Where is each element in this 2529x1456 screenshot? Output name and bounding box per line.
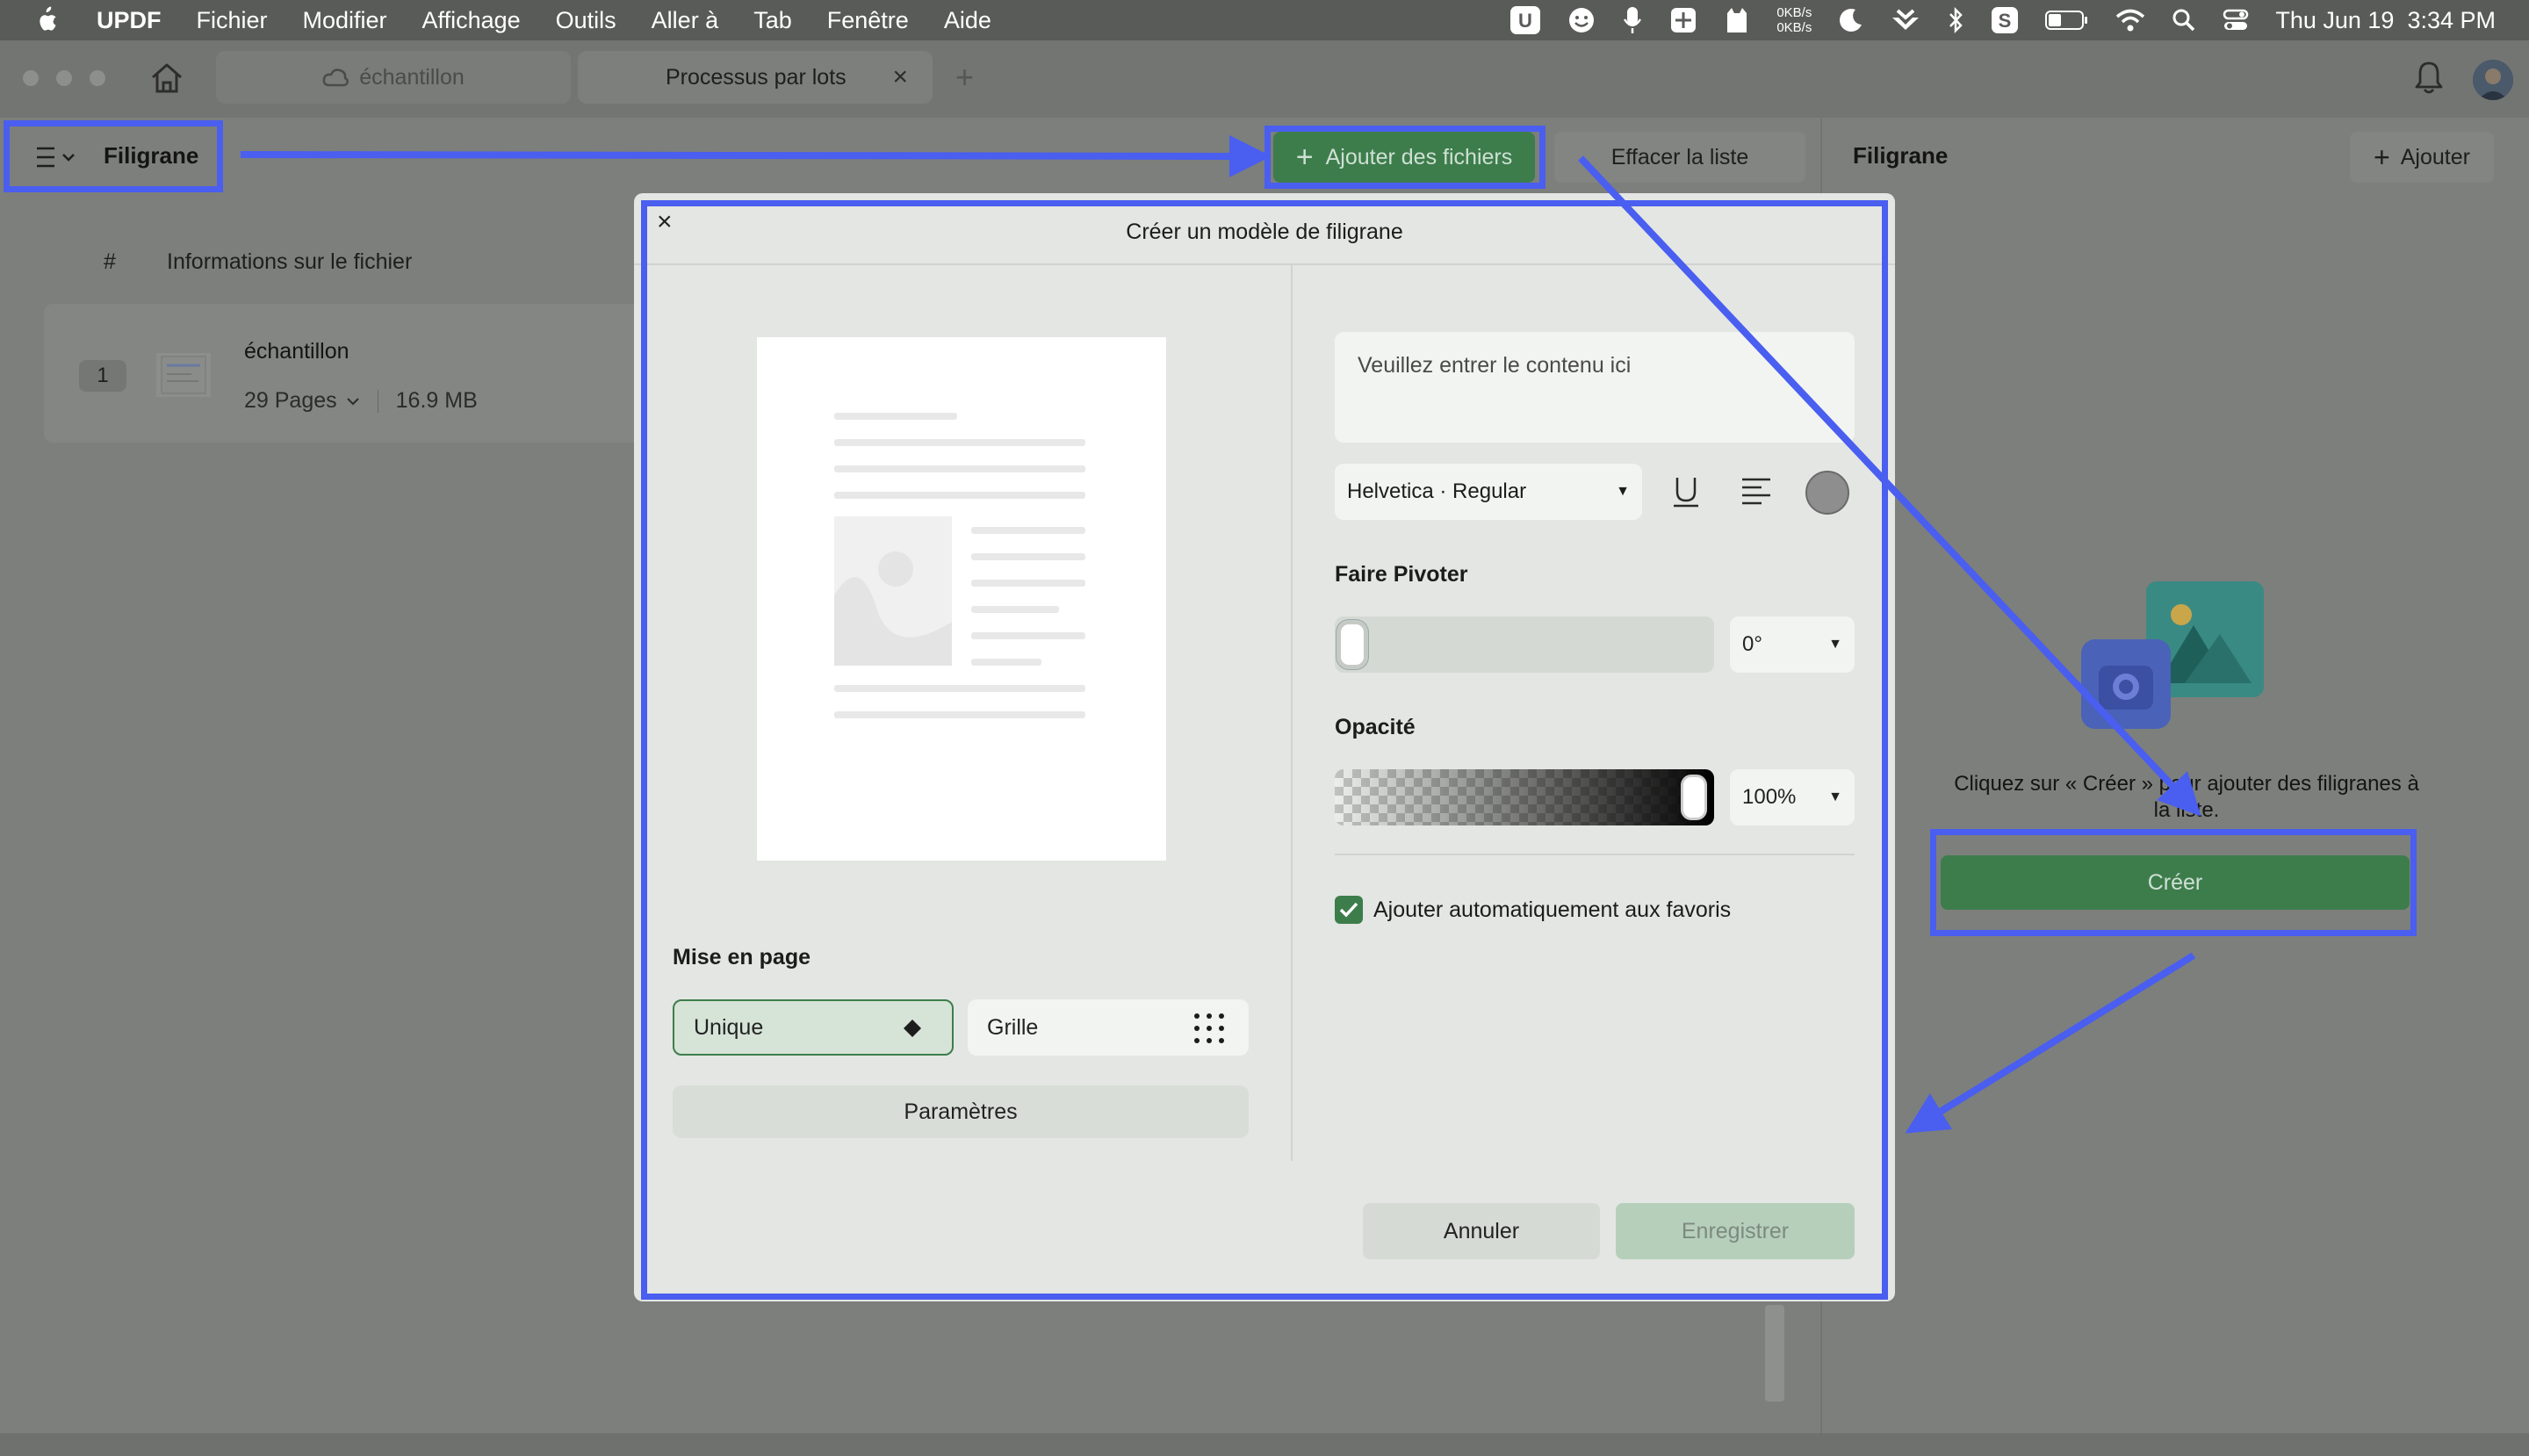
- annotation-arrows: [240, 134, 2201, 1134]
- dock-strip: [0, 1433, 2529, 1456]
